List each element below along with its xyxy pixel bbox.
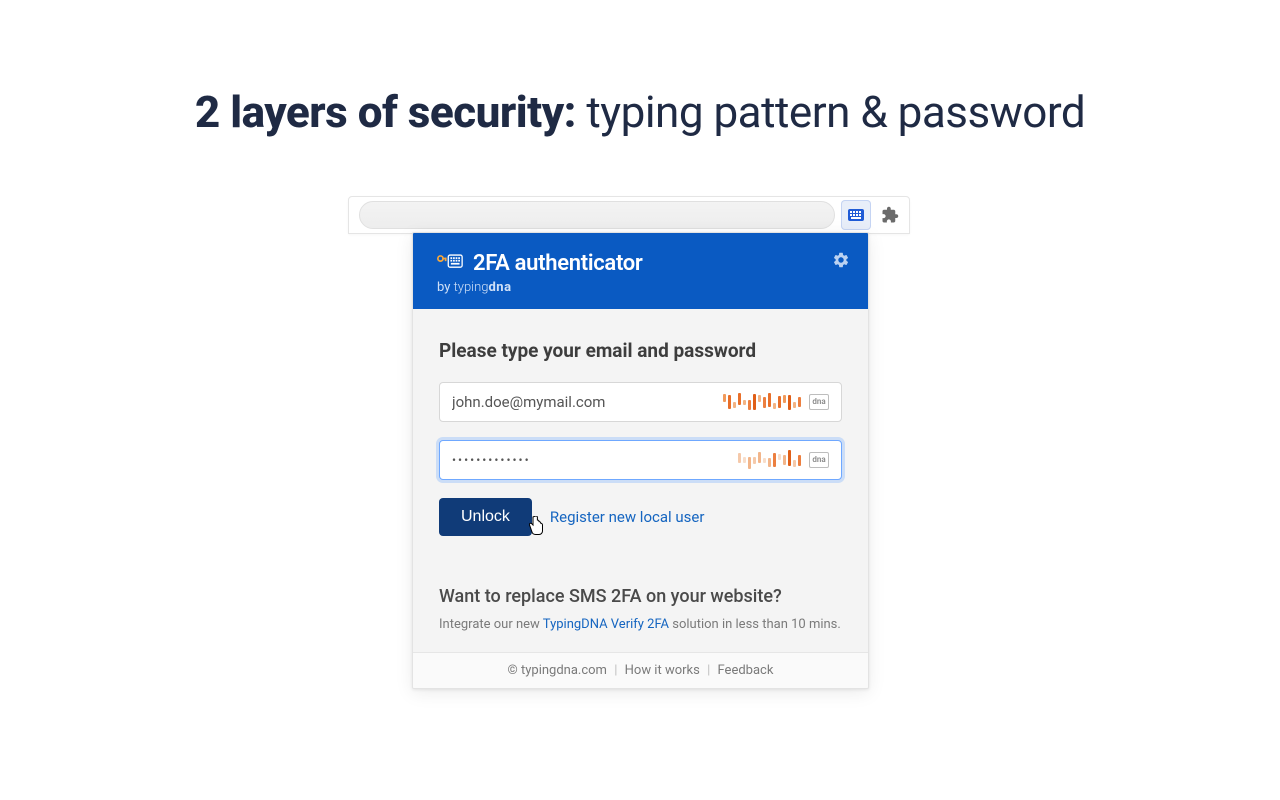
settings-button[interactable] — [832, 251, 850, 273]
unlock-button[interactable]: Unlock — [439, 498, 532, 536]
promo-link[interactable]: TypingDNA Verify 2FA — [543, 617, 669, 632]
action-row: Unlock Register new local user — [439, 498, 842, 536]
login-prompt: Please type your email and password — [439, 339, 842, 362]
footer-separator: | — [614, 663, 617, 678]
brand-word-a: typing — [454, 280, 489, 295]
popup-footer: © typingdna.com | How it works | Feedbac… — [413, 652, 868, 688]
headline-bold: 2 layers of security: — [195, 86, 576, 138]
puzzle-icon — [881, 206, 899, 224]
popup-title: 2FA authenticator — [473, 251, 643, 276]
promo-text: Integrate our new TypingDNA Verify 2FA s… — [439, 617, 842, 632]
typingdna-extension-button[interactable] — [841, 200, 871, 230]
footer-copyright[interactable]: © typingdna.com — [508, 663, 607, 678]
brand-word-b: dna — [488, 280, 511, 295]
footer-feedback-link[interactable]: Feedback — [718, 663, 774, 678]
gear-icon — [832, 251, 850, 269]
footer-how-it-works-link[interactable]: How it works — [625, 663, 700, 678]
browser-extensions-button[interactable] — [875, 200, 905, 230]
extension-popup: 2FA authenticator by typingdna Please ty… — [412, 232, 869, 689]
register-link[interactable]: Register new local user — [550, 508, 705, 526]
email-field-wrapper: dna — [439, 382, 842, 422]
password-field[interactable] — [452, 453, 738, 467]
email-field[interactable] — [452, 393, 723, 411]
password-field-wrapper: dna — [439, 440, 842, 480]
popup-header: 2FA authenticator by typingdna — [413, 233, 868, 309]
popup-byline: by typingdna — [437, 280, 846, 295]
browser-omnibox[interactable] — [359, 201, 835, 229]
promo-heading: Want to replace SMS 2FA on your website? — [439, 586, 842, 607]
typing-pattern-viz-email — [723, 390, 801, 414]
byline-prefix: by — [437, 280, 454, 295]
page-headline: 2 layers of security: typing pattern & p… — [0, 86, 1280, 138]
dna-badge-icon: dna — [809, 452, 829, 468]
typing-pattern-viz-password — [738, 448, 801, 472]
keyboard-icon — [847, 206, 865, 224]
browser-toolbar — [348, 196, 910, 234]
dna-badge-icon: dna — [809, 394, 829, 410]
key-keyboard-icon — [437, 252, 463, 276]
headline-rest: typing pattern & password — [576, 86, 1085, 138]
promo-section: Want to replace SMS 2FA on your website?… — [439, 586, 842, 632]
popup-body: Please type your email and password — [413, 309, 868, 652]
promo-text-after: solution in less than 10 mins. — [669, 617, 841, 632]
footer-separator: | — [707, 663, 710, 678]
promo-text-before: Integrate our new — [439, 617, 543, 632]
